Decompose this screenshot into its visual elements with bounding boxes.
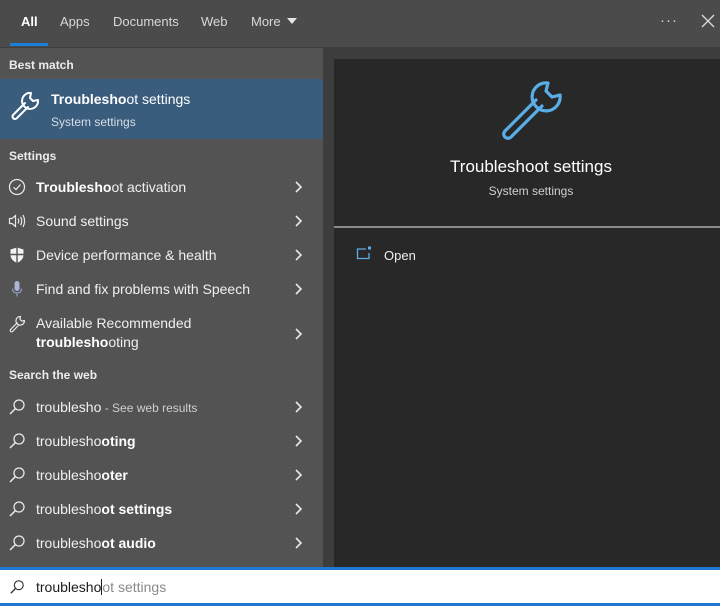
- best-match-title-rest: ot settings: [126, 91, 191, 107]
- best-match-item[interactable]: Troubleshoot settings System settings: [0, 79, 323, 139]
- search-icon: [9, 535, 25, 551]
- chevron-right-icon: [295, 435, 303, 447]
- item-label: Sound settings: [36, 213, 129, 229]
- chevron-right-icon: [295, 181, 303, 193]
- label-prefix: troublesho: [36, 467, 102, 483]
- label-rest: Sound settings: [36, 213, 129, 229]
- search-autocomplete: ot settings: [102, 579, 167, 595]
- chevron-right-icon: [295, 469, 303, 481]
- label-prefix: troublesho: [36, 399, 102, 415]
- open-label: Open: [384, 248, 416, 263]
- item-label: Available Recommended troubleshooting: [36, 314, 191, 352]
- wrench-icon: [11, 91, 40, 120]
- label-rest: oting: [108, 334, 139, 350]
- item-label: troublesho - See web results: [36, 399, 197, 415]
- item-label: Device performance & health: [36, 247, 217, 263]
- label-bold: oter: [101, 467, 128, 483]
- settings-item-sound[interactable]: Sound settings: [0, 204, 323, 238]
- search-icon: [10, 580, 24, 594]
- preview-title: Troubleshoot settings: [450, 157, 612, 176]
- tab-documents[interactable]: Documents: [113, 14, 179, 29]
- label-prefix: troublesho: [36, 501, 102, 517]
- scrollbar-gutter[interactable]: [323, 48, 334, 567]
- check-circle-icon: [8, 178, 26, 196]
- caret-down-icon: [286, 18, 297, 24]
- label-bold: ot settings: [101, 501, 173, 517]
- section-header-best-match: Best match: [9, 58, 74, 72]
- open-window-icon: [356, 246, 371, 260]
- label-prefix: troublesho: [36, 535, 102, 551]
- tab-all[interactable]: All: [21, 14, 38, 29]
- item-label: troubleshoot audio: [36, 535, 156, 551]
- search-box[interactable]: troubleshoot settings: [0, 567, 720, 606]
- label-bold: Troublesho: [36, 179, 112, 195]
- settings-item-device-health[interactable]: Device performance & health: [0, 238, 323, 272]
- label-rest: Device performance & health: [36, 247, 217, 263]
- search-icon: [9, 399, 25, 415]
- settings-item-recommended-troubleshooting[interactable]: Available Recommended troubleshooting: [0, 310, 323, 358]
- tab-apps[interactable]: Apps: [60, 14, 90, 29]
- panel-gap: [323, 48, 720, 59]
- preview-divider: [334, 226, 720, 228]
- best-match-subtitle: System settings: [51, 115, 136, 129]
- open-button[interactable]: Open: [356, 245, 476, 267]
- label-prefix: troublesho: [36, 433, 102, 449]
- tab-more-label: More: [251, 14, 281, 29]
- search-input[interactable]: troubleshoot settings: [36, 579, 166, 595]
- label-rest: ot activation: [111, 179, 187, 195]
- web-result-item[interactable]: troubleshoot settings: [0, 492, 323, 526]
- web-result-item[interactable]: troublesho - See web results: [0, 390, 323, 424]
- chevron-right-icon: [295, 215, 303, 227]
- active-tab-indicator: [10, 43, 48, 46]
- shield-icon: [10, 247, 24, 263]
- chevron-right-icon: [295, 328, 303, 340]
- label-bold: ot audio: [101, 535, 156, 551]
- chevron-right-icon: [295, 401, 303, 413]
- search-icon: [9, 467, 25, 483]
- label-rest: Find and fix problems with Speech: [36, 281, 250, 297]
- best-match-title-bold: Troublesho: [51, 91, 127, 107]
- section-header-search-web: Search the web: [9, 368, 98, 382]
- tab-more[interactable]: More: [251, 14, 297, 29]
- tab-web[interactable]: Web: [201, 14, 228, 29]
- item-label: troubleshooter: [36, 467, 128, 483]
- search-icon: [9, 433, 25, 449]
- preview-subtitle: System settings: [488, 184, 574, 198]
- more-options-button[interactable]: ···: [660, 12, 678, 29]
- item-label: Find and fix problems with Speech: [36, 281, 250, 297]
- speaker-icon: [8, 214, 26, 228]
- best-match-title: Troubleshoot settings: [51, 91, 190, 107]
- web-result-item[interactable]: troubleshoot audio: [0, 526, 323, 560]
- item-label: troubleshoot settings: [36, 501, 172, 517]
- web-result-item[interactable]: troubleshooter: [0, 458, 323, 492]
- settings-item-speech[interactable]: Find and fix problems with Speech: [0, 272, 323, 306]
- item-label: Troubleshoot activation: [36, 179, 186, 195]
- search-typed-text: troublesho: [36, 579, 102, 595]
- label-line1: Available Recommended: [36, 315, 192, 331]
- close-icon[interactable]: [700, 12, 716, 30]
- label-suffix: - See web results: [101, 401, 198, 415]
- wrench-icon: [502, 81, 562, 140]
- microphone-icon: [11, 281, 23, 297]
- search-tabs-bar: All Apps Documents Web More ···: [0, 0, 720, 48]
- chevron-right-icon: [295, 249, 303, 261]
- label-bold: oting: [101, 433, 136, 449]
- section-header-settings: Settings: [9, 149, 57, 163]
- web-result-item[interactable]: troubleshooting: [0, 424, 323, 458]
- item-label: troubleshooting: [36, 433, 136, 449]
- label-bold: troublesho: [36, 334, 109, 350]
- settings-item-troubleshoot-activation[interactable]: Troubleshoot activation: [0, 170, 323, 204]
- wrench-icon: [9, 315, 26, 333]
- chevron-right-icon: [295, 503, 303, 515]
- chevron-right-icon: [295, 537, 303, 549]
- search-icon: [9, 501, 25, 517]
- chevron-right-icon: [295, 283, 303, 295]
